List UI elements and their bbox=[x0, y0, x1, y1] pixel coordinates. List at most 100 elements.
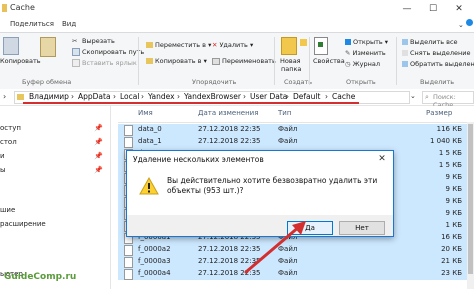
move-to-label: Переместить в ▾ bbox=[155, 41, 212, 49]
delete-button[interactable]: ✕ Удалить ▾ bbox=[212, 41, 253, 49]
maximize-button[interactable]: ☐ bbox=[420, 0, 446, 18]
cell-size: 1 040 КБ bbox=[429, 137, 462, 145]
table-row[interactable]: data_0 27.12.2018 22:35 Файл 116 КБ bbox=[118, 124, 468, 136]
group-new-label: Создать bbox=[284, 78, 313, 86]
cell-size: 20 КБ bbox=[441, 245, 462, 253]
path-underline bbox=[23, 102, 359, 104]
cell-name: data_0 bbox=[138, 125, 162, 133]
cell-size: 9 КБ bbox=[445, 185, 462, 193]
nav-item-quick-access[interactable]: оступ bbox=[0, 124, 21, 132]
select-none-button[interactable]: Снять выделение bbox=[402, 49, 470, 57]
minimize-button[interactable]: — bbox=[394, 0, 420, 18]
rename-icon bbox=[212, 57, 220, 65]
open-button[interactable]: Открыть ▾ bbox=[345, 38, 388, 46]
file-icon bbox=[124, 125, 133, 136]
move-to-button[interactable]: Переместить в ▾ bbox=[146, 41, 211, 49]
col-type[interactable]: Тип bbox=[278, 109, 291, 117]
crumb-yandex[interactable]: Yandex bbox=[148, 92, 175, 101]
crumb-sep: › bbox=[243, 92, 246, 101]
new-folder-label-1[interactable]: Новая bbox=[280, 57, 301, 65]
pin-icon: 📌 bbox=[94, 166, 103, 174]
tab-view[interactable]: Вид bbox=[62, 20, 76, 28]
pin-icon: 📌 bbox=[94, 152, 103, 160]
copy-button[interactable]: Копировать bbox=[0, 57, 41, 65]
col-date[interactable]: Дата изменения bbox=[198, 109, 258, 117]
rename-button[interactable]: Переименовать bbox=[212, 57, 276, 65]
cut-label: Вырезать bbox=[82, 37, 115, 45]
chevron-right-icon[interactable]: › bbox=[3, 92, 6, 101]
close-button[interactable]: ✕ bbox=[446, 0, 472, 18]
history-icon: ◷ bbox=[345, 60, 351, 68]
cell-size: 9 КБ bbox=[445, 173, 462, 181]
tab-share[interactable]: Поделиться bbox=[10, 20, 54, 28]
help-icon[interactable] bbox=[466, 19, 473, 26]
folder-icon bbox=[2, 4, 7, 12]
invert-selection-label: Обратить выделение bbox=[410, 60, 474, 68]
col-size[interactable]: Размер bbox=[426, 109, 452, 117]
crumb-local[interactable]: Local bbox=[120, 92, 139, 101]
nav-item-downloads[interactable]: и bbox=[0, 152, 5, 160]
select-none-label: Снять выделение bbox=[410, 49, 471, 57]
group-open-label: Открыть bbox=[346, 78, 376, 86]
crumb-user[interactable]: Владимир bbox=[29, 92, 69, 101]
cell-type: Файл bbox=[278, 137, 298, 145]
paste-shortcut-label: Вставить ярлык bbox=[82, 59, 137, 67]
chevron-down-icon[interactable]: ⌄ bbox=[410, 92, 416, 100]
journal-button[interactable]: ◷ Журнал bbox=[345, 60, 380, 68]
ribbon-divider bbox=[138, 37, 139, 85]
invert-selection-button[interactable]: Обратить выделение bbox=[402, 60, 474, 68]
select-all-label: Выделить все bbox=[410, 38, 458, 46]
pin-icon: 📌 bbox=[94, 124, 103, 132]
table-row[interactable]: data_1 27.12.2018 22:35 Файл 1 040 КБ bbox=[118, 136, 468, 148]
pane-divider bbox=[110, 106, 111, 289]
crumb-sep: › bbox=[177, 92, 180, 101]
search-input[interactable]: ⌕ Поиск: Cache bbox=[422, 91, 474, 109]
scrollbar-thumb[interactable] bbox=[468, 124, 473, 274]
col-name[interactable]: Имя bbox=[138, 109, 153, 117]
crumb-yandexbrowser[interactable]: YandexBrowser bbox=[184, 92, 241, 101]
cell-date: 27.12.2018 22:35 bbox=[198, 137, 261, 145]
new-folder-icon bbox=[281, 37, 297, 55]
select-all-button[interactable]: Выделить все bbox=[402, 38, 458, 46]
edit-button[interactable]: ✎ Изменить bbox=[345, 49, 386, 57]
no-button[interactable]: Нет bbox=[339, 221, 385, 235]
paste-shortcut-button[interactable]: Вставить ярлык bbox=[72, 59, 137, 67]
move-folder-icon bbox=[146, 42, 153, 48]
cell-name: f_0000a3 bbox=[138, 257, 171, 265]
select-none-icon bbox=[402, 50, 408, 56]
dialog-title: Удаление нескольких элементов bbox=[133, 155, 264, 164]
properties-button[interactable]: Свойства bbox=[313, 57, 345, 65]
ribbon-divider bbox=[274, 37, 275, 85]
breadcrumb[interactable]: Владимир › AppData › Local › Yandex › Ya… bbox=[14, 91, 410, 104]
cut-button[interactable]: ✂ Вырезать bbox=[72, 37, 115, 45]
nav-item-extension[interactable]: расширение bbox=[0, 220, 46, 228]
crumb-default[interactable]: Default bbox=[293, 92, 320, 101]
new-folder-label-2[interactable]: папка bbox=[281, 65, 301, 73]
crumb-userdata[interactable]: User Data bbox=[250, 92, 287, 101]
open-label: Открыть ▾ bbox=[353, 38, 389, 46]
cell-name: data_1 bbox=[138, 137, 162, 145]
folder-icon bbox=[17, 94, 24, 100]
ribbon: Копировать ✂ Вырезать Скопировать путь Вс… bbox=[0, 32, 474, 90]
rename-label: Переименовать bbox=[222, 57, 276, 65]
scissors-icon: ✂ bbox=[72, 37, 78, 45]
cell-name: f_0000a2 bbox=[138, 245, 171, 253]
copy-to-button[interactable]: Копировать в ▾ bbox=[146, 57, 207, 65]
window-title: Cache bbox=[10, 3, 35, 12]
copy-path-button[interactable]: Скопировать путь bbox=[72, 48, 144, 56]
dialog-close-button[interactable]: ✕ bbox=[373, 152, 391, 167]
paste-icon bbox=[40, 37, 56, 57]
column-headers: Имя Дата изменения Тип Размер bbox=[118, 106, 474, 123]
cell-name: f_0000a4 bbox=[138, 269, 171, 277]
dialog-message: Вы действительно хотите безвозвратно уда… bbox=[167, 176, 378, 195]
nav-item-documents[interactable]: ы bbox=[0, 166, 6, 174]
crumb-appdata[interactable]: AppData bbox=[78, 92, 111, 101]
nav-item-desktop[interactable]: стол bbox=[0, 138, 17, 146]
new-item-icon[interactable] bbox=[300, 39, 307, 46]
nav-item-misc[interactable]: шиe bbox=[0, 206, 15, 214]
chevron-down-icon[interactable]: ⌄ bbox=[458, 21, 464, 29]
crumb-sep: › bbox=[141, 92, 144, 101]
ribbon-tabs: Поделиться Вид ⌄ bbox=[0, 18, 474, 32]
title-bar: Cache — ☐ ✕ bbox=[0, 0, 474, 19]
crumb-cache[interactable]: Cache bbox=[332, 92, 355, 101]
